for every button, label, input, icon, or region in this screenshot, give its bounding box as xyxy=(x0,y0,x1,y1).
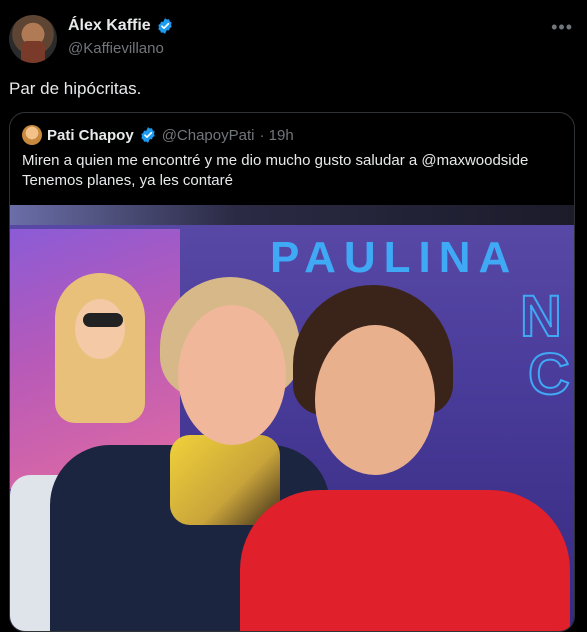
verified-badge-icon xyxy=(158,18,172,34)
quoted-author-handle[interactable]: @ChapoyPati xyxy=(162,127,255,144)
photo-sign-letter: C xyxy=(527,341,571,408)
quoted-text-line: Tenemos planes, ya les contaré xyxy=(22,172,233,189)
poster-face xyxy=(75,299,125,359)
quoted-text: Miren a quien me encontré y me dio mucho… xyxy=(22,151,562,191)
quoted-time[interactable]: · 19h xyxy=(259,127,293,144)
quoted-photo[interactable]: PAULINA N C xyxy=(10,205,574,631)
author-handle[interactable]: @Kaffievillano xyxy=(68,40,164,57)
more-options-icon[interactable]: ••• xyxy=(551,17,573,38)
photo-sign-text: PAULINA xyxy=(270,233,519,282)
author-row: Álex Kaffie xyxy=(68,17,174,35)
verified-badge-icon xyxy=(141,127,155,143)
quoted-text-line: Miren a quien me encontré y me dio mucho… xyxy=(22,152,529,169)
right-woman-body xyxy=(240,490,570,631)
right-woman-face xyxy=(315,325,435,475)
tweet-text: Par de hipócritas. xyxy=(9,79,142,98)
avatar[interactable] xyxy=(9,15,57,63)
quoted-avatar[interactable] xyxy=(22,125,42,145)
quoted-header: Pati Chapoy @ChapoyPati · 19h xyxy=(22,125,294,145)
photo-sign-letter: N xyxy=(519,283,563,350)
quoted-tweet[interactable]: Pati Chapoy @ChapoyPati · 19h Miren a qu… xyxy=(9,112,575,632)
poster-glasses xyxy=(83,313,123,327)
author-name[interactable]: Álex Kaffie xyxy=(68,17,151,35)
photo-top-strip xyxy=(10,205,574,225)
left-woman-face xyxy=(178,305,286,445)
quoted-author-name[interactable]: Pati Chapoy xyxy=(47,127,134,144)
